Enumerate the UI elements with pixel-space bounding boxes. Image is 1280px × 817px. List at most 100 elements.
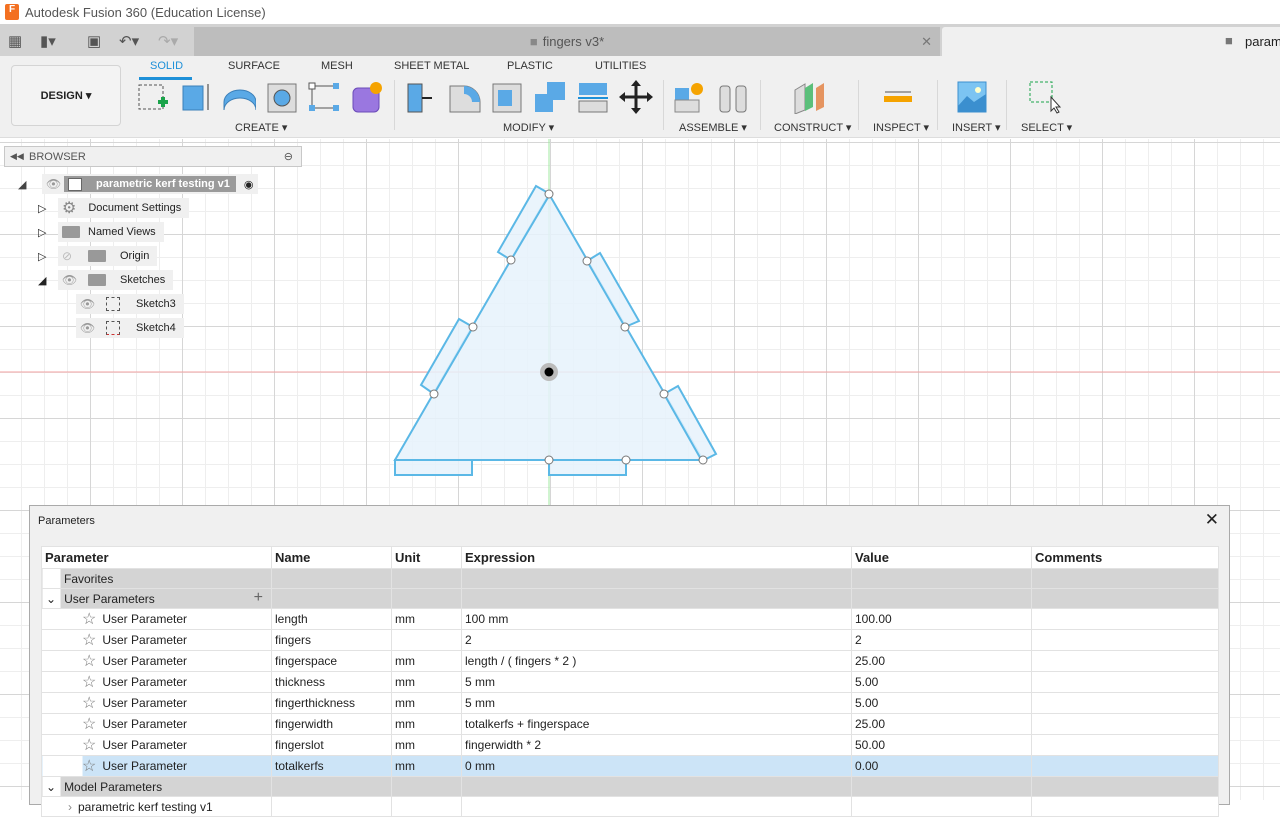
eye-icon[interactable]: 👁	[46, 177, 64, 191]
table-row[interactable]: ☆ User Parameter fingerthickness mm 5 mm …	[41, 692, 1219, 714]
parameter-expression[interactable]: 100 mm	[461, 608, 852, 630]
select-icon[interactable]	[1027, 80, 1061, 114]
favorite-star-icon[interactable]: ☆	[82, 716, 96, 733]
modify-menu[interactable]: MODIFY ▾	[503, 121, 554, 134]
undo-icon[interactable]: ↶▾	[119, 32, 139, 50]
tab-fingers-v3[interactable]: ■ fingers v3* ✕	[194, 27, 940, 56]
parameter-unit[interactable]: mm	[391, 755, 462, 777]
select-menu[interactable]: SELECT ▾	[1021, 121, 1072, 134]
column-header[interactable]: Parameter	[41, 546, 272, 569]
expand-icon[interactable]: ▷	[38, 250, 58, 263]
tab-surface[interactable]: SURFACE	[228, 60, 280, 72]
parameter-comment[interactable]	[1031, 671, 1219, 693]
tab-solid[interactable]: SOLID	[150, 60, 183, 72]
favorite-star-icon[interactable]: ☆	[82, 632, 96, 649]
column-header[interactable]: Comments	[1031, 546, 1219, 569]
add-parameter-button[interactable]: +	[254, 589, 263, 607]
workspace-switcher[interactable]: DESIGN ▾	[11, 65, 121, 126]
parameter-name[interactable]: length	[271, 608, 392, 630]
column-header[interactable]: Unit	[391, 546, 462, 569]
parameter-comment[interactable]	[1031, 608, 1219, 630]
parameter-name[interactable]: thickness	[271, 671, 392, 693]
parameter-comment[interactable]	[1031, 713, 1219, 735]
combine-icon[interactable]	[533, 80, 567, 114]
inspect-menu[interactable]: INSPECT ▾	[873, 121, 929, 134]
expanded-triangle-icon[interactable]: ◢	[38, 274, 58, 287]
joint-icon[interactable]	[716, 80, 750, 114]
tab-plastic[interactable]: PLASTIC	[507, 60, 553, 72]
table-row[interactable]: ☆ User Parameter thickness mm 5 mm 5.00	[41, 671, 1219, 693]
favorite-star-icon[interactable]: ☆	[82, 674, 96, 691]
parameter-comment[interactable]	[1031, 629, 1219, 651]
table-row[interactable]: ☆ User Parameter fingerslot mm fingerwidt…	[41, 734, 1219, 756]
tab-sheet-metal[interactable]: SHEET METAL	[394, 60, 469, 72]
table-row[interactable]: ☆ User Parameter totalkerfs mm 0 mm 0.00	[41, 755, 1219, 777]
tree-item-origin[interactable]: ▷ ⊘ Origin	[38, 246, 158, 266]
tab-mesh[interactable]: MESH	[321, 60, 353, 72]
parameter-expression[interactable]: fingerwidth * 2	[461, 734, 852, 756]
revolve-icon[interactable]	[222, 80, 256, 114]
parameter-expression[interactable]: length / ( fingers * 2 )	[461, 650, 852, 672]
redo-icon[interactable]: ↷▾	[158, 32, 178, 50]
tree-root[interactable]: ◢ 👁 parametric kerf testing v1 ◉	[18, 174, 258, 194]
expanded-triangle-icon[interactable]: ◢	[18, 178, 42, 191]
parameter-name[interactable]: totalkerfs	[271, 755, 392, 777]
parameter-expression[interactable]: 0 mm	[461, 755, 852, 777]
fillet-icon[interactable]	[447, 80, 481, 114]
parameter-comment[interactable]	[1031, 755, 1219, 777]
tree-item-named-views[interactable]: ▷ Named Views	[38, 222, 164, 242]
hidden-eye-icon[interactable]: ⊘	[62, 249, 80, 263]
parameter-unit[interactable]: mm	[391, 671, 462, 693]
tree-item-sketch4[interactable]: 👁 Sketch4	[76, 318, 184, 338]
column-header[interactable]: Expression	[461, 546, 852, 569]
parameter-unit[interactable]: mm	[391, 713, 462, 735]
tree-item-sketches[interactable]: ◢ 👁 Sketches	[38, 270, 174, 290]
tab-param[interactable]: ■ param	[942, 27, 1280, 56]
pattern-icon[interactable]	[307, 80, 341, 114]
tree-item-document-settings[interactable]: ▷ ⚙ Document Settings	[38, 198, 190, 218]
activate-radio-icon[interactable]: ◉	[244, 178, 254, 191]
favorite-star-icon[interactable]: ☆	[82, 611, 96, 628]
column-header[interactable]: Name	[271, 546, 392, 569]
eye-icon[interactable]: 👁	[80, 297, 98, 311]
eye-icon[interactable]: 👁	[80, 321, 98, 335]
parameter-name[interactable]: fingerthickness	[271, 692, 392, 714]
apps-grid-icon[interactable]: ▦	[8, 32, 22, 50]
parameter-name[interactable]: fingerspace	[271, 650, 392, 672]
parameter-expression[interactable]: 5 mm	[461, 692, 852, 714]
expand-icon[interactable]: ›	[68, 800, 72, 814]
favorite-star-icon[interactable]: ☆	[82, 758, 96, 775]
offset-plane-icon[interactable]	[791, 80, 825, 114]
table-row[interactable]: ☆ User Parameter fingerwidth mm totalkerf…	[41, 713, 1219, 735]
file-menu-icon[interactable]: ▮▾	[40, 32, 56, 50]
parameter-unit[interactable]: mm	[391, 734, 462, 756]
parameter-name[interactable]: fingerwidth	[271, 713, 392, 735]
close-dialog-button[interactable]: ✕	[1205, 510, 1219, 530]
favorites-group-row[interactable]: Favorites	[41, 568, 1219, 589]
extrude-icon[interactable]	[180, 80, 214, 114]
collapse-chevron-icon[interactable]: ⌄	[46, 780, 56, 794]
hole-icon[interactable]	[265, 80, 299, 114]
split-body-icon[interactable]	[576, 80, 610, 114]
model-parameters-group-row[interactable]: ⌄ Model Parameters	[41, 776, 1219, 797]
parameter-expression[interactable]: 2	[461, 629, 852, 651]
save-icon[interactable]: ▣	[87, 32, 101, 50]
parameter-expression[interactable]: 5 mm	[461, 671, 852, 693]
parameter-unit[interactable]: mm	[391, 650, 462, 672]
create-menu[interactable]: CREATE ▾	[235, 121, 287, 134]
move-icon[interactable]	[619, 80, 653, 114]
favorite-star-icon[interactable]: ☆	[82, 695, 96, 712]
table-row[interactable]: ☆ User Parameter length mm 100 mm 100.00	[41, 608, 1219, 630]
eye-icon[interactable]: 👁	[62, 273, 80, 287]
parameter-unit[interactable]: mm	[391, 608, 462, 630]
parameter-comment[interactable]	[1031, 650, 1219, 672]
parameter-unit[interactable]	[391, 629, 462, 651]
favorite-star-icon[interactable]: ☆	[82, 737, 96, 754]
collapse-chevron-icon[interactable]: ⌄	[46, 592, 56, 606]
assemble-menu[interactable]: ASSEMBLE ▾	[679, 121, 747, 134]
measure-icon[interactable]	[881, 80, 915, 114]
insert-menu[interactable]: INSERT ▾	[952, 121, 1001, 134]
favorite-star-icon[interactable]: ☆	[82, 653, 96, 670]
user-parameters-group-row[interactable]: ⌄ User Parameters +	[41, 588, 1219, 609]
parameter-comment[interactable]	[1031, 692, 1219, 714]
